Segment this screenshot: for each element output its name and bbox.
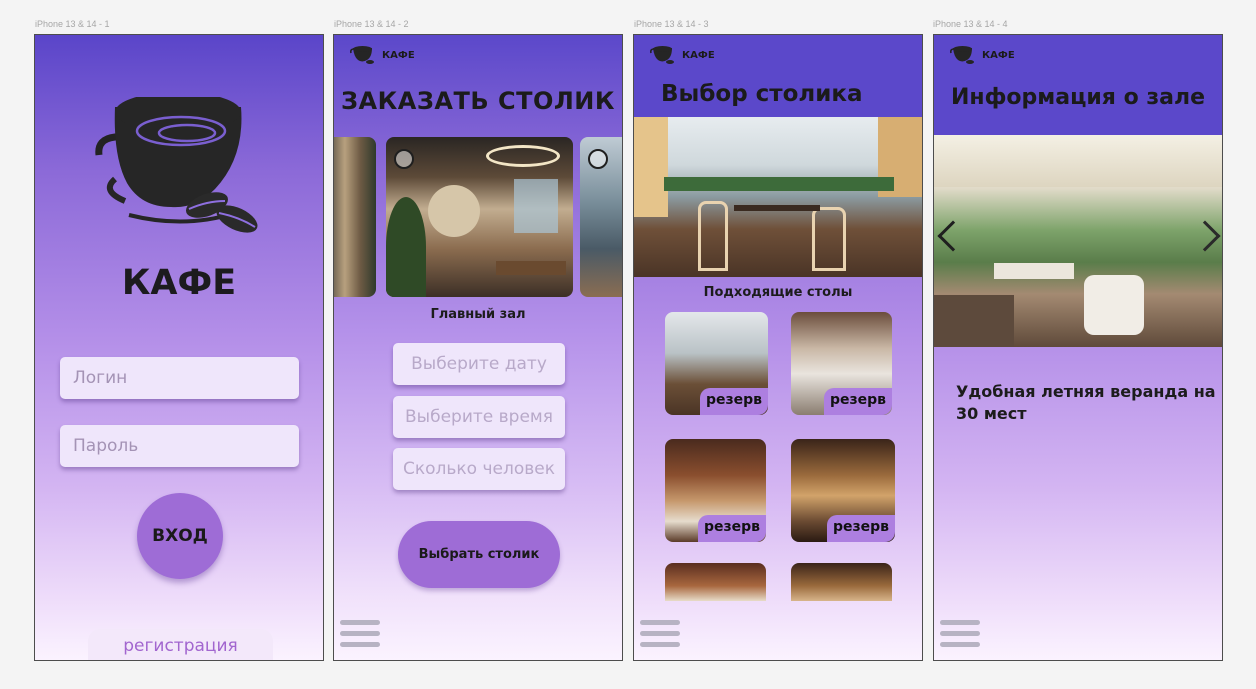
table-card[interactable]: резерв <box>665 312 768 415</box>
table-card[interactable]: резерв <box>791 439 895 542</box>
coffee-cup-icon <box>350 46 374 64</box>
reserve-badge[interactable]: резерв <box>826 515 895 542</box>
brand-name: КАФЕ <box>682 49 715 61</box>
booking-screen: КАФЕ ЗАКАЗАТЬ СТОЛИК Главный зал Выберит… <box>333 34 623 661</box>
table <box>994 263 1074 279</box>
tables-screen: КАФЕ Выбор столика Подходящие столы резе… <box>633 34 923 661</box>
hall-description: Удобная летняя веранда на 30 мест <box>956 382 1216 423</box>
table-card[interactable]: резерв <box>665 439 766 542</box>
brand-name: КАФЕ <box>382 49 415 61</box>
carousel-prev-photo[interactable] <box>334 137 376 297</box>
round-wall-panel <box>428 185 480 237</box>
login-screen: КАФЕ Логин Пароль ВХОД регистрация <box>34 34 324 661</box>
wicker-chair <box>934 295 1014 347</box>
table <box>734 205 820 211</box>
plant <box>386 197 426 297</box>
frame-label-4: iPhone 13 & 14 - 4 <box>933 19 1008 29</box>
time-input[interactable]: Выберите время <box>393 396 565 438</box>
camera-icon[interactable] <box>588 149 608 169</box>
chair-left <box>698 201 728 271</box>
register-link[interactable]: регистрация <box>88 629 273 660</box>
reserve-badge[interactable]: резерв <box>697 515 766 542</box>
chair-right <box>812 207 846 271</box>
chair <box>1084 275 1144 335</box>
veranda-photo <box>934 135 1222 347</box>
enter-button[interactable]: ВХОД <box>137 493 223 579</box>
frame-label-3: iPhone 13 & 14 - 3 <box>634 19 709 29</box>
hall-info-screen: КАФЕ Информация о зале Удобная летняя ве… <box>933 34 1223 661</box>
menu-icon[interactable] <box>640 620 680 654</box>
hall-caption: Главный зал <box>430 307 526 322</box>
table <box>496 261 566 275</box>
camera-icon[interactable] <box>394 149 414 169</box>
coffee-cup-icon <box>650 46 674 64</box>
tables-subtitle: Подходящие столы <box>703 285 853 300</box>
brand-logo: КАФЕ <box>650 45 715 65</box>
menu-icon[interactable] <box>940 620 980 654</box>
window-panel <box>514 179 558 233</box>
menu-icon[interactable] <box>340 620 380 654</box>
carousel-main-photo[interactable] <box>386 137 573 297</box>
chevron-left-icon[interactable] <box>937 220 969 252</box>
reserve-badge[interactable]: резерв <box>823 388 892 415</box>
brand-logo: КАФЕ <box>350 45 415 65</box>
brand-name: КАФЕ <box>982 49 1015 61</box>
tables-title: Выбор столика <box>661 81 863 107</box>
reserve-badge[interactable]: резерв <box>699 388 768 415</box>
table-card[interactable]: резерв <box>791 312 892 415</box>
pendant-lamp <box>486 145 560 167</box>
login-title: КАФЕ <box>121 263 237 303</box>
brand-logo: КАФЕ <box>950 45 1015 65</box>
hall-photo <box>634 117 922 277</box>
table-card[interactable] <box>791 563 892 601</box>
flowers <box>664 177 894 191</box>
booking-title: ЗАКАЗАТЬ СТОЛИК <box>341 87 615 115</box>
frame-label-2: iPhone 13 & 14 - 2 <box>334 19 409 29</box>
choose-table-button[interactable]: Выбрать столик <box>398 521 560 588</box>
curtain-left <box>634 117 668 217</box>
chevron-right-icon[interactable] <box>1189 220 1221 252</box>
table-card[interactable] <box>665 563 766 601</box>
carousel-next-photo[interactable] <box>580 137 622 297</box>
date-input[interactable]: Выберите дату <box>393 343 565 385</box>
awning <box>934 135 1222 187</box>
coffee-cup-logo <box>95 97 258 233</box>
frame-label-1: iPhone 13 & 14 - 1 <box>35 19 110 29</box>
hall-info-title: Информация о зале <box>950 85 1206 110</box>
guests-input[interactable]: Сколько человек <box>393 448 565 490</box>
password-input[interactable]: Пароль <box>60 425 299 467</box>
login-input[interactable]: Логин <box>60 357 299 399</box>
coffee-cup-icon <box>950 46 974 64</box>
